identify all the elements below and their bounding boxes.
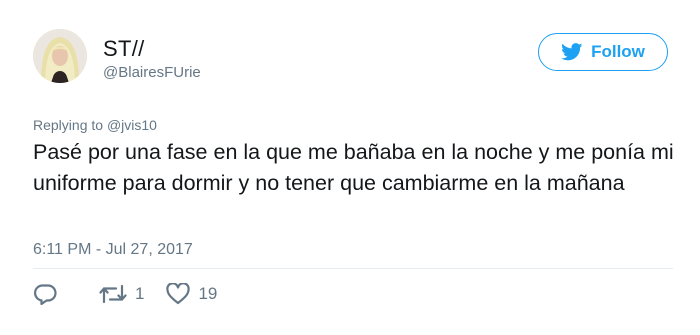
twitter-bird-icon bbox=[561, 43, 583, 61]
tweet-text: Pasé por una fase en la que me bañaba en… bbox=[33, 140, 674, 195]
retweet-button[interactable]: 1 bbox=[99, 283, 144, 305]
action-bar: 1 19 bbox=[33, 282, 217, 306]
retweet-icon bbox=[99, 284, 127, 304]
reply-mention-link[interactable]: @jvis10 bbox=[107, 117, 157, 133]
divider bbox=[33, 268, 673, 269]
like-button[interactable]: 19 bbox=[166, 283, 217, 305]
reply-button[interactable] bbox=[33, 283, 65, 305]
tweet-card: ST// @BlairesFUrie Follow Replying to @j… bbox=[0, 0, 700, 335]
display-name[interactable]: ST// bbox=[103, 36, 145, 62]
heart-icon bbox=[166, 283, 191, 305]
reply-context: Replying to @jvis10 bbox=[33, 117, 157, 133]
reply-icon bbox=[33, 284, 57, 305]
retweet-count: 1 bbox=[135, 284, 145, 303]
avatar[interactable] bbox=[33, 29, 87, 83]
follow-button[interactable]: Follow bbox=[538, 33, 668, 71]
reply-context-prefix: Replying to bbox=[33, 117, 104, 133]
follow-button-label: Follow bbox=[591, 42, 645, 61]
user-handle[interactable]: @BlairesFUrie bbox=[103, 64, 201, 81]
like-count: 19 bbox=[198, 284, 218, 303]
avatar-photo-icon bbox=[33, 29, 87, 83]
tweet-timestamp[interactable]: 6:11 PM - Jul 27, 2017 bbox=[33, 241, 193, 259]
